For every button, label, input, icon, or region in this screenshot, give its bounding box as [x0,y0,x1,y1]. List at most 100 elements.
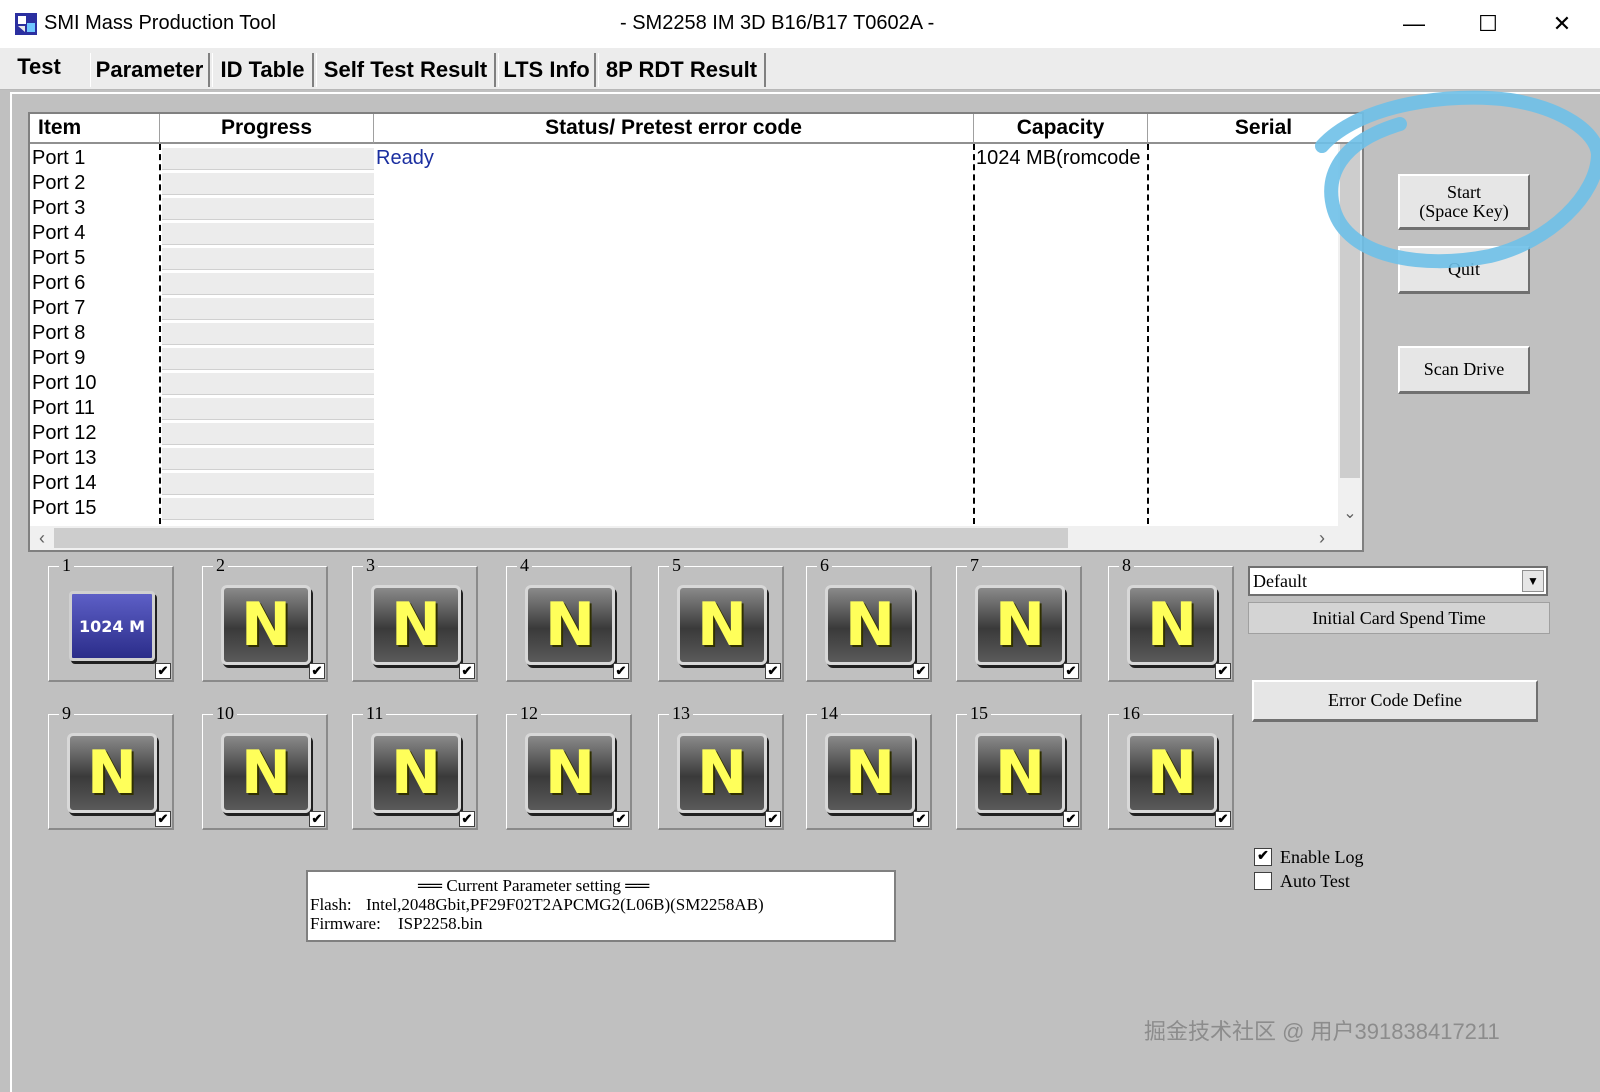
auto-test-checkbox[interactable] [1254,872,1272,890]
close-button[interactable]: ✕ [1526,0,1598,48]
slot-checkbox[interactable]: ✔ [765,811,781,827]
drive-slot-13[interactable]: 13 N ✔ [658,703,784,830]
drive-slot-9[interactable]: 9 N ✔ [48,703,174,830]
table-row[interactable]: Port 6 [30,271,1340,296]
column-divider [973,144,975,524]
drive-slot-4[interactable]: 4 N ✔ [506,555,632,682]
slot-checkbox[interactable]: ✔ [913,663,929,679]
tab-self-test-result[interactable]: Self Test Result [316,53,496,87]
drive-slot-5[interactable]: 5 N ✔ [658,555,784,682]
drive-slot-15[interactable]: 15 N ✔ [956,703,1082,830]
slot-checkbox[interactable]: ✔ [913,811,929,827]
port-item-label: Port 5 [32,247,86,269]
table-row[interactable]: Port 2 [30,171,1340,196]
firmware-info-line: Firmware: ISP2258.bin [310,914,892,933]
slot-checkbox[interactable]: ✔ [1063,663,1079,679]
tab-8p-rdt-result[interactable]: 8P RDT Result [598,53,766,87]
drive-status-letter: N [86,738,138,808]
horizontal-scrollbar[interactable]: ‹ › [30,526,1362,550]
scroll-right-arrow-icon[interactable]: › [1310,526,1334,550]
slot-icon: N [221,733,311,813]
maximize-button[interactable]: ☐ [1452,0,1524,48]
column-divider [1147,144,1149,524]
port-progress-bar [162,398,374,420]
parameter-heading: ══ Current Parameter setting ══ [418,876,650,895]
drive-not-ready-icon: N [221,585,311,665]
table-row[interactable]: Port 4 [30,221,1340,246]
error-code-define-button[interactable]: Error Code Define [1252,680,1538,722]
drive-status-letter: N [994,590,1046,660]
port-item-label: Port 14 [32,472,97,494]
scroll-left-arrow-icon[interactable]: ‹ [30,526,54,550]
enable-log-checkbox-row[interactable]: ✔ Enable Log [1254,846,1363,868]
table-row[interactable]: Port 13 [30,446,1340,471]
port-item-label: Port 8 [32,322,86,344]
table-row[interactable]: Port 11 [30,396,1340,421]
drive-status-letter: N [544,590,596,660]
slot-checkbox[interactable]: ✔ [459,663,475,679]
profile-select[interactable]: Default ▼ [1248,566,1548,596]
slot-checkbox[interactable]: ✔ [1215,663,1231,679]
drive-slot-3[interactable]: 3 N ✔ [352,555,478,682]
drive-status-letter: N [994,738,1046,808]
slot-number: 11 [363,703,387,723]
table-row[interactable]: Port 9 [30,346,1340,371]
table-row[interactable]: Port 3 [30,196,1340,221]
drive-slot-7[interactable]: 7 N ✔ [956,555,1082,682]
table-row[interactable]: Port 12 [30,421,1340,446]
slot-checkbox[interactable]: ✔ [459,811,475,827]
port-progress-bar [162,223,374,245]
slot-checkbox[interactable]: ✔ [309,811,325,827]
slot-checkbox[interactable]: ✔ [1215,811,1231,827]
slot-number: 3 [363,555,378,575]
table-row[interactable]: Port 15 [30,496,1340,521]
column-header-progress[interactable]: Progress [160,114,374,144]
column-header-capacity[interactable]: Capacity [974,114,1148,144]
drive-slot-10[interactable]: 10 N ✔ [202,703,328,830]
minimize-button[interactable]: — [1378,0,1450,48]
auto-test-checkbox-row[interactable]: Auto Test [1254,870,1350,892]
drive-capacity-label: 1024 M [78,616,146,636]
slot-checkbox[interactable]: ✔ [1063,811,1079,827]
column-header-status[interactable]: Status/ Pretest error code [374,114,974,144]
table-row[interactable]: Port 14 [30,471,1340,496]
drive-capacity-icon: 1024 M [69,591,155,661]
drive-slot-16[interactable]: 16 N ✔ [1108,703,1234,830]
port-progress-bar [162,198,374,220]
drive-slot-11[interactable]: 11 N ✔ [352,703,478,830]
drive-slot-8[interactable]: 8 N ✔ [1108,555,1234,682]
slot-checkbox[interactable]: ✔ [309,663,325,679]
port-progress-bar [162,148,374,170]
scan-drive-button[interactable]: Scan Drive [1398,346,1530,394]
port-progress-bar [162,498,374,520]
table-row[interactable]: Port 7 [30,296,1340,321]
enable-log-checkbox[interactable]: ✔ [1254,848,1272,866]
scroll-down-arrow-icon[interactable]: ⌄ [1340,502,1360,526]
drive-slot-6[interactable]: 6 N ✔ [806,555,932,682]
slot-checkbox[interactable]: ✔ [613,811,629,827]
window-subtitle: - SM2258 IM 3D B16/B17 T0602A - [620,12,935,34]
drive-slot-12[interactable]: 12 N ✔ [506,703,632,830]
table-row[interactable]: Port 8 [30,321,1340,346]
slot-checkbox[interactable]: ✔ [765,663,781,679]
horizontal-scroll-thumb[interactable] [54,528,1068,548]
slot-checkbox[interactable]: ✔ [613,663,629,679]
tab-id-table[interactable]: ID Table [212,53,314,87]
drive-slot-2[interactable]: 2 N ✔ [202,555,328,682]
tab-lts-info[interactable]: LTS Info [498,53,596,87]
tab-test[interactable]: Test [8,50,70,84]
slot-icon: N [221,585,311,665]
drive-slot-14[interactable]: 14 N ✔ [806,703,932,830]
column-header-item[interactable]: Item [30,114,160,144]
slot-checkbox[interactable]: ✔ [155,811,171,827]
drive-slot-1[interactable]: 1 1024 M ✔ [48,555,174,682]
chevron-down-icon[interactable]: ▼ [1522,570,1544,592]
table-row[interactable]: Port 10 [30,371,1340,396]
slot-checkbox[interactable]: ✔ [155,663,171,679]
port-list[interactable]: Item Progress Status/ Pretest error code… [28,112,1364,552]
table-row[interactable]: Port 1 Ready 1024 MB(romcode [30,146,1340,171]
tab-parameter[interactable]: Parameter [90,53,210,87]
port-status: Ready [376,147,434,169]
slot-number: 8 [1119,555,1134,575]
table-row[interactable]: Port 5 [30,246,1340,271]
